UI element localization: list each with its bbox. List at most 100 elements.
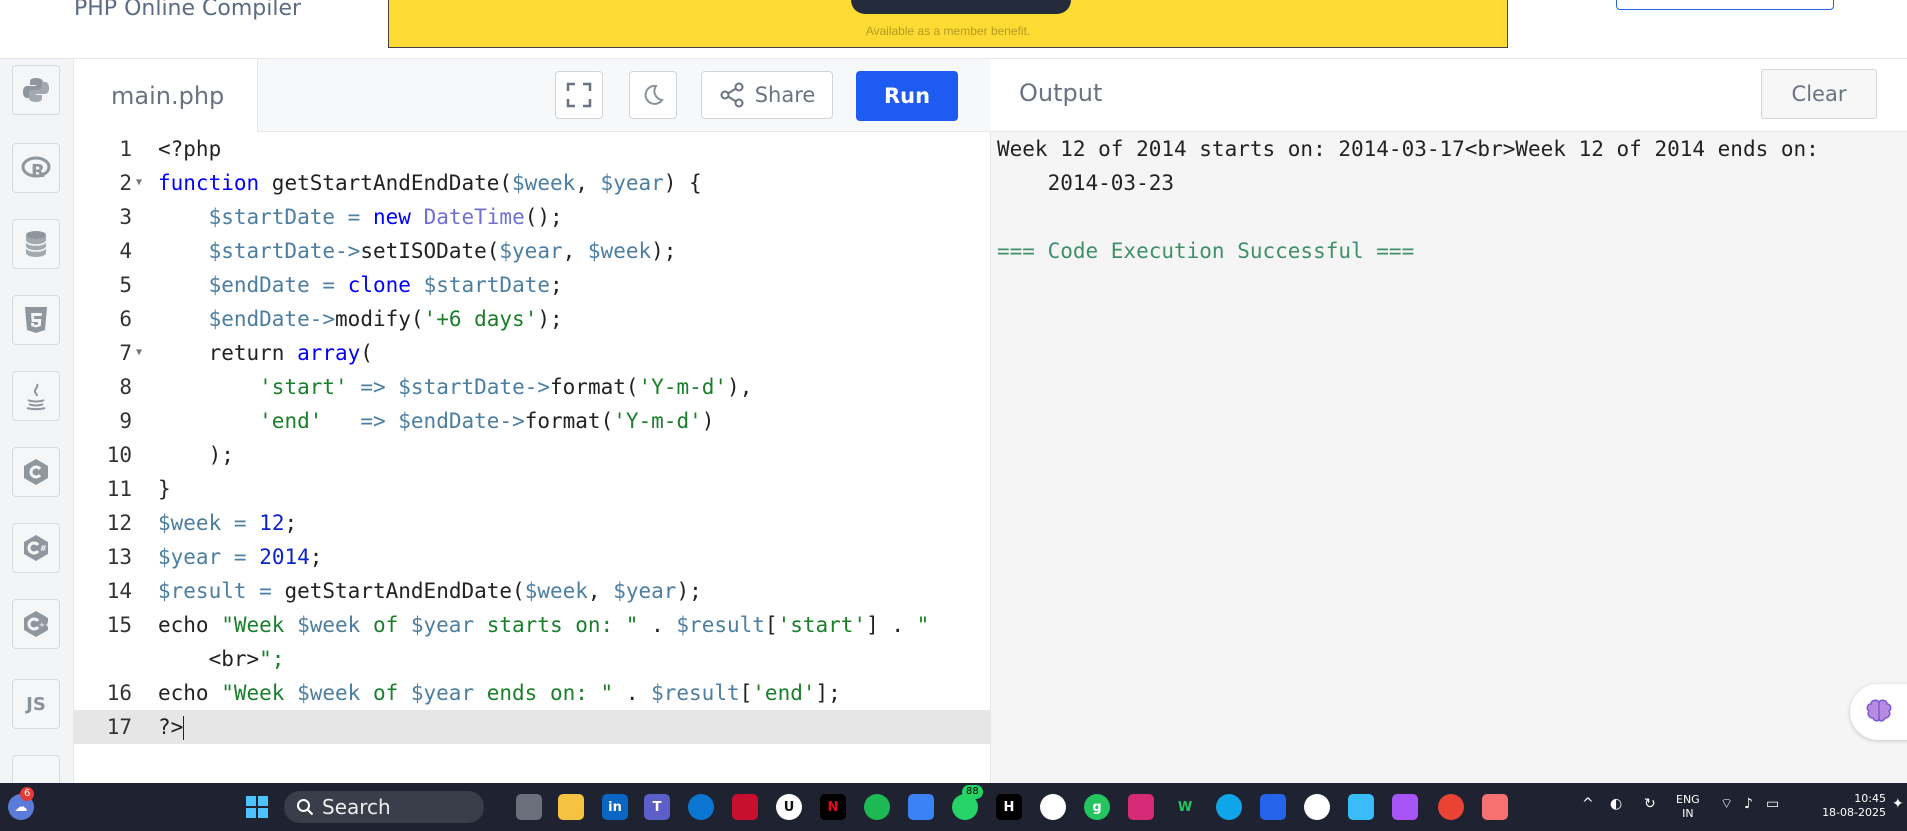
code-line[interactable]: 8 'start' => $startDate->format('Y-m-d')… — [74, 370, 991, 404]
file-explorer-icon[interactable] — [558, 794, 584, 820]
windows-taskbar: ☁ 6 Search in T U N 88 H g W ^ ◐ ↻ ENG I… — [0, 783, 1907, 831]
code-line[interactable]: 12 $week = 12; — [74, 506, 991, 540]
site-title[interactable]: PHP Online Compiler — [74, 0, 301, 21]
clock[interactable]: 10:45 18-08-2025 — [1816, 792, 1886, 820]
javascript-icon: JS — [26, 693, 46, 715]
code-line[interactable]: 6 $endDate->modify('+6 days'); — [74, 302, 991, 336]
volume-icon[interactable]: ♪ — [1744, 797, 1753, 811]
code-line[interactable]: 7 ▼ return array( — [74, 336, 991, 370]
tray-chevron-icon[interactable]: ^ — [1582, 797, 1594, 811]
code-line[interactable]: 13 $year = 2014; — [74, 540, 991, 574]
line-number: 1 — [119, 137, 132, 161]
r-language-button[interactable]: R — [12, 143, 60, 193]
editor-toolbar: main.php Share Run — [74, 59, 991, 132]
netflix-icon[interactable]: N — [820, 794, 846, 820]
code-line[interactable]: 14 $result = getStartAndEndDate($week, $… — [74, 574, 991, 608]
dark-mode-button[interactable] — [629, 71, 677, 119]
output-line: 2014-03-23 — [997, 171, 1175, 195]
code-line[interactable]: 5 $endDate = clone $startDate; — [74, 268, 991, 302]
tray-sync-icon[interactable]: ↻ — [1644, 797, 1656, 811]
fold-arrow-icon[interactable]: ▼ — [136, 166, 142, 200]
svg-text:R: R — [31, 161, 45, 182]
edge-icon[interactable] — [1216, 794, 1242, 820]
line-number: 4 — [119, 239, 132, 263]
wifi-icon[interactable]: ⌔ — [1720, 797, 1733, 811]
instagram-icon[interactable] — [1128, 794, 1154, 820]
run-button[interactable]: Run — [856, 71, 958, 121]
chatgpt-icon[interactable] — [1040, 794, 1066, 820]
html-language-button[interactable] — [12, 295, 60, 345]
cpp-icon: ++ — [24, 611, 51, 637]
taskbar-search[interactable]: Search — [284, 791, 484, 823]
udemy-icon[interactable]: U — [776, 794, 802, 820]
fullscreen-button[interactable] — [555, 71, 603, 119]
javascript-language-button[interactable]: JS — [12, 679, 60, 729]
snipping-tool-icon[interactable] — [1482, 794, 1508, 820]
code-line[interactable]: 1 <?php — [74, 132, 991, 166]
code-line[interactable]: 4 $startDate->setISODate($year, $week); — [74, 234, 991, 268]
c-icon — [24, 459, 48, 485]
code-line[interactable]: 15 echo "Week $week of $year starts on: … — [74, 608, 991, 642]
header-action-button[interactable] — [1616, 0, 1834, 10]
task-view-icon[interactable] — [516, 794, 542, 820]
fold-arrow-icon[interactable]: ▼ — [136, 336, 142, 370]
code-text: 'end' => $endDate->format('Y-m-d') — [259, 409, 715, 433]
code-line[interactable]: 9 'end' => $endDate->format('Y-m-d') — [74, 404, 991, 438]
code-line[interactable]: 2 ▼ function getStartAndEndDate($week, $… — [74, 166, 991, 200]
cpp-language-button[interactable]: ++ — [12, 599, 60, 649]
code-line-active[interactable]: 17 ?> — [74, 710, 991, 744]
brain-icon — [1866, 699, 1892, 722]
code-line[interactable]: 3 $startDate = new DateTime(); — [74, 200, 991, 234]
python-language-button[interactable] — [12, 65, 60, 115]
dell-icon[interactable] — [688, 794, 714, 820]
share-icon — [720, 82, 744, 108]
language-indicator[interactable]: ENG IN — [1676, 793, 1700, 821]
r-icon: R — [21, 156, 51, 182]
ai-assistant-button[interactable] — [1850, 684, 1907, 740]
line-number: 6 — [119, 307, 132, 331]
output-success-line: === Code Execution Successful === — [997, 239, 1415, 263]
code-line[interactable]: 11 } — [74, 472, 991, 506]
java-language-button[interactable] — [12, 371, 60, 421]
clock-time: 10:45 — [1854, 792, 1886, 805]
tray-headset-icon[interactable]: ◐ — [1610, 797, 1622, 811]
share-button[interactable]: Share — [701, 71, 833, 119]
spotify-icon[interactable] — [864, 794, 890, 820]
line-number: 3 — [119, 205, 132, 229]
calculator-icon[interactable] — [1260, 794, 1286, 820]
media-app-icon[interactable] — [1304, 794, 1330, 820]
store-icon[interactable] — [908, 794, 934, 820]
sql-language-button[interactable] — [12, 219, 60, 269]
code-text: 'start' => $startDate->format('Y-m-d'), — [259, 375, 753, 399]
code-line-wrap[interactable]: <br>"; — [74, 642, 991, 676]
notification-icon[interactable]: ✦ — [1892, 797, 1904, 811]
hotstar-icon[interactable]: H — [996, 794, 1022, 820]
file-tab-main[interactable]: main.php — [74, 59, 258, 132]
code-line[interactable]: 10 ); — [74, 438, 991, 472]
csharp-language-button[interactable]: # — [12, 523, 60, 573]
grammarly-icon[interactable]: g — [1084, 794, 1110, 820]
code-text: $endDate->modify('+6 days'); — [208, 307, 563, 331]
windows-start-icon[interactable] — [244, 794, 270, 820]
database-icon — [25, 231, 47, 257]
w-app-icon[interactable]: W — [1172, 794, 1198, 820]
battery-icon[interactable]: ▭ — [1766, 797, 1779, 811]
linkedin-icon[interactable]: in — [602, 794, 628, 820]
code-text: } — [158, 477, 171, 501]
ad-pill-button[interactable] — [851, 0, 1071, 14]
window-app-icon[interactable] — [1348, 794, 1374, 820]
typescript-language-button[interactable] — [12, 755, 60, 783]
code-line[interactable]: 16 echo "Week $week of $year ends on: " … — [74, 676, 991, 710]
java-icon — [26, 383, 46, 411]
line-number: 13 — [106, 545, 132, 569]
code-editor[interactable]: 1 <?php 2 ▼ function getStartAndEndDate(… — [74, 132, 991, 783]
c-language-button[interactable] — [12, 447, 60, 497]
ad-banner[interactable]: Available as a member benefit. — [388, 0, 1508, 48]
svg-text:#: # — [40, 544, 47, 553]
line-number: 15 — [106, 613, 132, 637]
clear-button[interactable]: Clear — [1761, 69, 1877, 119]
teams-icon[interactable]: T — [644, 794, 670, 820]
mcafee-icon[interactable] — [732, 794, 758, 820]
chrome-icon[interactable] — [1438, 794, 1464, 820]
copilot-icon[interactable] — [1392, 794, 1418, 820]
